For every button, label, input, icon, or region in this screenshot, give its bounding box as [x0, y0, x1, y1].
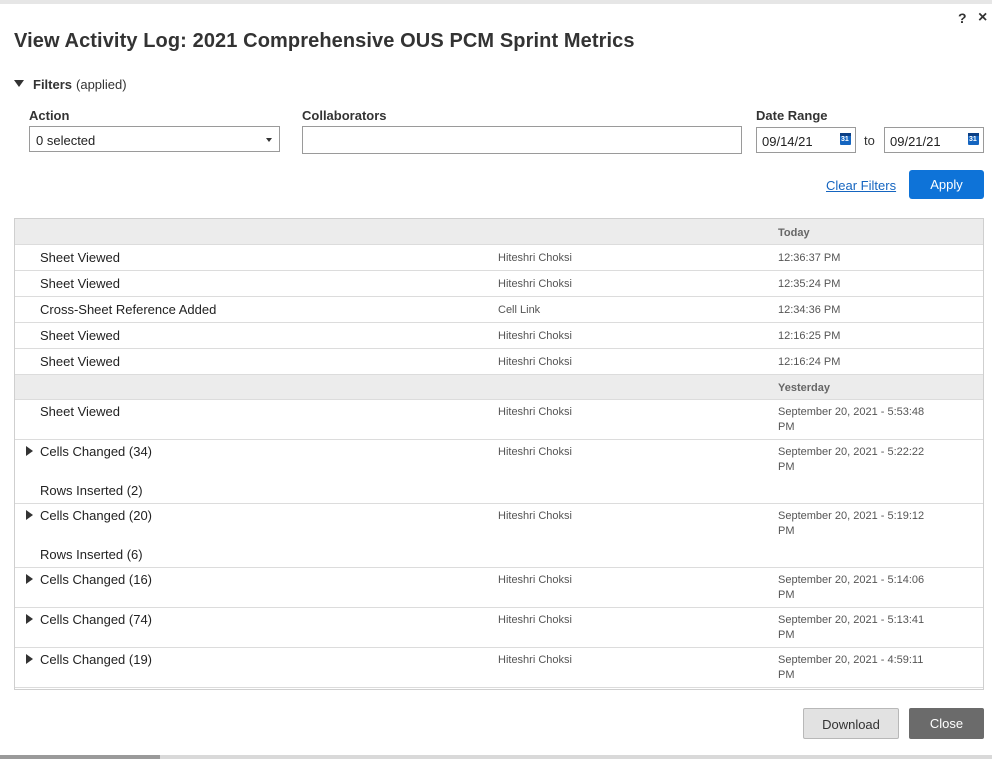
date-from-value: 09/14/21 — [762, 134, 813, 149]
table-row[interactable]: Cells Changed (74) Hiteshri Choksi Septe… — [15, 608, 983, 648]
group-header-yesterday: Yesterday — [15, 375, 983, 400]
row-time: September 20, 2021 - 5:13:41 PM — [778, 614, 925, 641]
date-to-separator: to — [864, 133, 875, 148]
row-time: 12:35:24 PM — [778, 278, 841, 290]
help-icon[interactable]: ? — [958, 10, 967, 26]
row-collaborator: Hiteshri Choksi — [498, 654, 572, 666]
filters-label: Filters — [33, 77, 73, 92]
row-collaborator: Hiteshri Choksi — [498, 278, 572, 290]
download-button[interactable]: Download — [803, 708, 899, 739]
row-collaborator: Hiteshri Choksi — [498, 614, 572, 626]
row-collaborator: Hiteshri Choksi — [498, 446, 572, 458]
row-time: September 20, 2021 - 5:19:12 PM — [778, 510, 925, 537]
group-header-today: Today — [15, 219, 983, 245]
row-action: Sheet Viewed — [40, 276, 120, 291]
close-button[interactable]: Close — [909, 708, 984, 739]
row-action: Cells Changed (34) — [40, 444, 153, 459]
caret-down-icon — [266, 138, 272, 142]
triangle-down-icon — [14, 80, 24, 87]
close-icon[interactable]: × — [978, 9, 987, 27]
row-collaborator: Hiteshri Choksi — [498, 510, 572, 522]
action-label: Action — [29, 108, 70, 123]
table-row[interactable]: Sheet Viewed Hiteshri Choksi 12:16:25 PM — [15, 323, 983, 349]
filters-toggle[interactable]: Filters (applied) — [14, 77, 127, 92]
dialog-title: View Activity Log: 2021 Comprehensive OU… — [14, 30, 635, 52]
row-action: Cells Changed (74) — [40, 612, 153, 627]
expand-arrow-icon[interactable] — [26, 654, 33, 664]
bottom-edge — [0, 755, 992, 759]
table-row[interactable]: Cross-Sheet Reference Added Cell Link 12… — [15, 297, 983, 323]
date-to-value: 09/21/21 — [890, 134, 941, 149]
row-action: Sheet Viewed — [40, 328, 120, 343]
date-range-label: Date Range — [756, 108, 828, 123]
expand-arrow-icon[interactable] — [26, 614, 33, 624]
table-row[interactable]: Cells Changed (34) Rows Inserted (2) Hit… — [15, 440, 983, 504]
action-select[interactable]: 0 selected — [29, 126, 280, 152]
group-header-label: Today — [778, 227, 810, 239]
row-time: 12:36:37 PM — [778, 252, 841, 264]
row-action: Sheet Viewed — [40, 404, 120, 419]
calendar-icon[interactable]: 31 — [840, 133, 851, 145]
row-action: Cross-Sheet Reference Added — [40, 302, 217, 317]
collaborators-label: Collaborators — [302, 108, 387, 123]
row-action-secondary: Rows Inserted (2) — [40, 483, 143, 498]
clear-filters-link[interactable]: Clear Filters — [826, 178, 896, 193]
row-collaborator: Hiteshri Choksi — [498, 574, 572, 586]
row-time: 12:16:25 PM — [778, 330, 841, 342]
row-action: Cells Changed (16) — [40, 572, 153, 587]
row-collaborator: Hiteshri Choksi — [498, 330, 572, 342]
top-edge — [0, 0, 992, 4]
row-time: September 20, 2021 - 5:14:06 PM — [778, 574, 925, 601]
table-row[interactable]: Sheet Viewed Hiteshri Choksi 12:35:24 PM — [15, 271, 983, 297]
row-action: Sheet Viewed — [40, 250, 120, 265]
row-action: Sheet Viewed — [40, 354, 120, 369]
table-row[interactable]: Sheet Viewed Hiteshri Choksi 12:36:37 PM — [15, 245, 983, 271]
date-from-input[interactable]: 09/14/21 31 — [756, 127, 856, 153]
row-action: Cells Changed (19) — [40, 652, 153, 667]
row-time: September 20, 2021 - 4:59:11 PM — [778, 654, 924, 681]
table-row[interactable]: Sheet Viewed Hiteshri Choksi 12:16:24 PM — [15, 349, 983, 375]
calendar-icon[interactable]: 31 — [968, 133, 979, 145]
collaborators-input[interactable] — [302, 126, 742, 154]
row-time: 12:34:36 PM — [778, 304, 841, 316]
row-time: 12:16:24 PM — [778, 356, 841, 368]
table-row[interactable]: Cells Changed (20) Rows Inserted (6) Hit… — [15, 504, 983, 568]
expand-arrow-icon[interactable] — [26, 446, 33, 456]
row-collaborator: Hiteshri Choksi — [498, 356, 572, 368]
filters-status: (applied) — [76, 77, 127, 92]
row-collaborator: Cell Link — [498, 304, 541, 316]
activity-log-table[interactable]: Today Sheet Viewed Hiteshri Choksi 12:36… — [14, 218, 984, 690]
row-collaborator: Hiteshri Choksi — [498, 406, 572, 418]
row-time: September 20, 2021 - 5:22:22 PM — [778, 446, 925, 473]
table-row[interactable]: Sheet Viewed Hiteshri Choksi September 2… — [15, 400, 983, 440]
action-select-value: 0 selected — [36, 133, 96, 148]
apply-button[interactable]: Apply — [909, 170, 984, 199]
date-to-input[interactable]: 09/21/21 31 — [884, 127, 984, 153]
row-action: Cells Changed (20) — [40, 508, 153, 523]
expand-arrow-icon[interactable] — [26, 510, 33, 520]
expand-arrow-icon[interactable] — [26, 574, 33, 584]
table-row[interactable]: Cells Changed (16) Hiteshri Choksi Septe… — [15, 568, 983, 608]
row-action-secondary: Rows Inserted (6) — [40, 547, 143, 562]
table-row[interactable]: Cells Changed (19) Hiteshri Choksi Septe… — [15, 648, 983, 688]
row-time: September 20, 2021 - 5:53:48 PM — [778, 406, 925, 433]
bottom-edge-segment — [0, 755, 160, 759]
group-header-label: Yesterday — [778, 382, 830, 394]
row-collaborator: Hiteshri Choksi — [498, 252, 572, 264]
